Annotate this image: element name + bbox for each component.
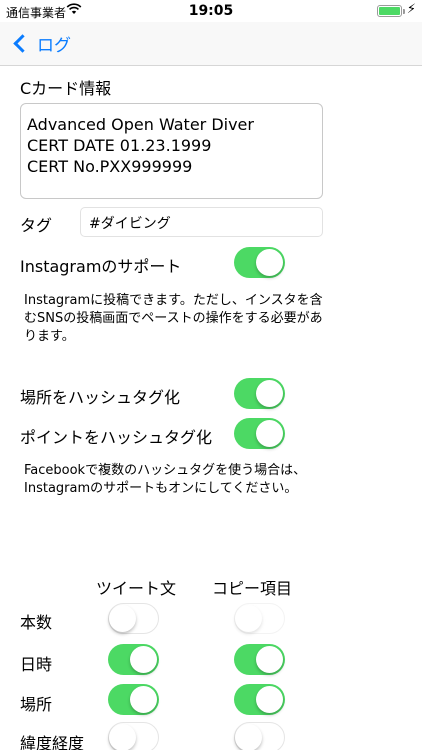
tweet-column-header: ツイート文	[96, 579, 177, 598]
copy-toggle-count	[234, 603, 285, 634]
card-info-textarea[interactable]: Advanced Open Water Diver CERT DATE 01.2…	[20, 103, 323, 199]
copy-toggle-latlng[interactable]	[234, 722, 285, 750]
copy-toggle-place[interactable]	[234, 684, 285, 715]
row-label-count: 本数	[20, 613, 53, 632]
instagram-support-label: Instagramのサポート	[20, 257, 182, 276]
charging-bolt-icon: ⚡	[406, 2, 416, 17]
status-bar: 通信事業者 19:05 ⚡	[0, 0, 422, 22]
clock: 19:05	[188, 3, 234, 19]
tweet-toggle-datetime[interactable]	[108, 644, 159, 675]
battery-icon	[377, 5, 405, 17]
tag-input[interactable]: #ダイビング	[80, 207, 323, 237]
hashtag-note: Facebookで複数のハッシュタグを使う場合は、Instagramのサポートも…	[24, 463, 307, 496]
tweet-toggle-place[interactable]	[108, 684, 159, 715]
hashtag-place-toggle[interactable]	[234, 378, 285, 409]
card-info-heading: Cカード情報	[20, 79, 112, 98]
back-button-label: ログ	[37, 36, 71, 56]
tag-label: タグ	[20, 216, 53, 235]
copy-column-header: コピー項目	[212, 579, 293, 598]
chevron-left-icon	[13, 34, 32, 53]
instagram-support-toggle[interactable]	[234, 247, 285, 278]
back-button[interactable]: ログ	[10, 31, 71, 56]
hashtag-place-label: 場所をハッシュタグ化	[20, 388, 181, 407]
tweet-toggle-latlng[interactable]	[108, 722, 159, 750]
tweet-toggle-count[interactable]	[108, 603, 159, 634]
hashtag-point-label: ポイントをハッシュタグ化	[20, 428, 213, 447]
navigation-bar: ログ	[0, 22, 422, 66]
row-label-datetime: 日時	[20, 655, 53, 674]
hashtag-point-toggle[interactable]	[234, 418, 285, 449]
row-label-place: 場所	[20, 695, 53, 714]
row-label-latlng: 緯度経度	[20, 734, 85, 750]
instagram-support-note: Instagramに投稿できます。ただし、インスタを含むSNSの投稿画面でペース…	[24, 293, 323, 344]
copy-toggle-datetime[interactable]	[234, 644, 285, 675]
